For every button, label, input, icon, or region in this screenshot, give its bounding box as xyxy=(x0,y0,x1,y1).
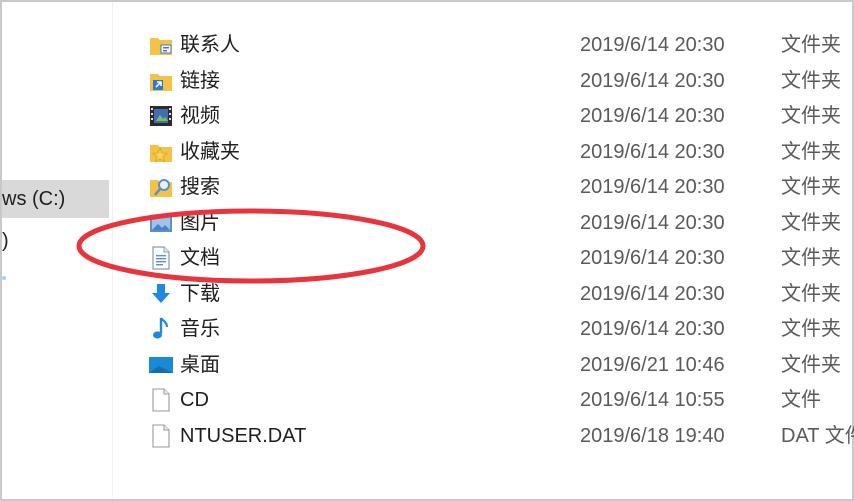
file-icon xyxy=(148,423,174,449)
file-date: 2019/6/14 20:30 xyxy=(580,318,725,340)
file-date: 2019/6/14 20:30 xyxy=(580,176,725,198)
file-name: 搜索 xyxy=(180,176,220,198)
file-type: 文件夹 xyxy=(781,211,841,234)
file-type: 文件夹 xyxy=(781,353,841,376)
list-item[interactable]: 链接 2019/6/14 20:30 文件夹 xyxy=(142,63,854,99)
nav-indicator-dot xyxy=(2,276,6,280)
nav-item-drive-other[interactable]: ) xyxy=(2,222,109,260)
list-item[interactable]: 联系人 2019/6/14 20:30 文件夹 xyxy=(142,27,854,63)
file-type: 文件 xyxy=(781,389,821,411)
file-name: CD xyxy=(180,389,209,411)
file-type: 文件夹 xyxy=(781,140,841,163)
list-item[interactable]: 图片 2019/6/14 20:30 文件夹 xyxy=(142,205,854,241)
file-type: 文件夹 xyxy=(781,282,841,305)
file-name: 收藏夹 xyxy=(180,140,240,163)
searches-folder-icon xyxy=(148,174,174,200)
file-date: 2019/6/14 20:30 xyxy=(580,140,725,163)
file-name: 音乐 xyxy=(180,318,220,340)
file-type: DAT 文件 xyxy=(781,424,854,447)
explorer-window: ws (C:) ) 联系人 2019/6/14 20:30 文件夹 链接 201… xyxy=(0,0,854,501)
file-name: 桌面 xyxy=(180,353,220,376)
file-name: 文档 xyxy=(180,247,220,269)
file-date: 2019/6/14 20:30 xyxy=(580,69,725,92)
list-item[interactable]: 搜索 2019/6/14 20:30 文件夹 xyxy=(142,169,854,205)
list-item[interactable]: NTUSER.DAT 2019/6/18 19:40 DAT 文件 xyxy=(142,418,854,454)
file-name: 链接 xyxy=(180,69,220,92)
links-folder-icon xyxy=(148,68,174,94)
file-type: 文件夹 xyxy=(781,69,841,92)
file-date: 2019/6/14 10:55 xyxy=(580,389,725,411)
documents-folder-icon xyxy=(148,245,174,271)
list-item[interactable]: 桌面 2019/6/21 10:46 文件夹 xyxy=(142,347,854,383)
list-item[interactable]: 视频 2019/6/14 20:30 文件夹 xyxy=(142,98,854,134)
file-name: 图片 xyxy=(180,211,220,234)
file-date: 2019/6/18 19:40 xyxy=(580,424,725,447)
file-name: NTUSER.DAT xyxy=(180,424,307,447)
nav-item-drive-c[interactable]: ws (C:) xyxy=(2,180,109,218)
music-folder-icon xyxy=(148,316,174,342)
videos-folder-icon xyxy=(148,103,174,129)
pictures-folder-icon xyxy=(148,210,174,236)
file-date: 2019/6/14 20:30 xyxy=(580,247,725,269)
downloads-folder-icon xyxy=(148,281,174,307)
file-name: 视频 xyxy=(180,105,220,127)
list-item[interactable]: 收藏夹 2019/6/14 20:30 文件夹 xyxy=(142,134,854,170)
file-date: 2019/6/14 20:30 xyxy=(580,282,725,305)
list-item[interactable]: 下载 2019/6/14 20:30 文件夹 xyxy=(142,276,854,312)
favorites-folder-icon xyxy=(148,139,174,165)
file-type: 文件夹 xyxy=(781,176,841,198)
file-name: 下载 xyxy=(180,282,220,305)
list-item[interactable]: CD 2019/6/14 10:55 文件 xyxy=(142,382,854,418)
file-type: 文件夹 xyxy=(781,105,841,127)
file-type: 文件夹 xyxy=(781,318,841,340)
nav-item-label: ws (C:) xyxy=(2,188,66,210)
file-name: 联系人 xyxy=(180,34,240,56)
file-date: 2019/6/14 20:30 xyxy=(580,211,725,234)
desktop-folder-icon xyxy=(148,352,174,378)
contacts-folder-icon xyxy=(148,32,174,58)
list-item[interactable]: 音乐 2019/6/14 20:30 文件夹 xyxy=(142,311,854,347)
file-date: 2019/6/14 20:30 xyxy=(580,34,725,56)
pane-divider[interactable] xyxy=(112,2,113,499)
file-date: 2019/6/14 20:30 xyxy=(580,105,725,127)
file-type: 文件夹 xyxy=(781,247,841,269)
file-date: 2019/6/21 10:46 xyxy=(580,353,725,376)
file-list: 联系人 2019/6/14 20:30 文件夹 链接 2019/6/14 20:… xyxy=(142,27,854,453)
file-icon xyxy=(148,387,174,413)
navigation-pane: ws (C:) ) xyxy=(2,2,112,499)
file-type: 文件夹 xyxy=(781,34,841,56)
list-item[interactable]: 文档 2019/6/14 20:30 文件夹 xyxy=(142,240,854,276)
nav-item-label: ) xyxy=(2,230,9,252)
